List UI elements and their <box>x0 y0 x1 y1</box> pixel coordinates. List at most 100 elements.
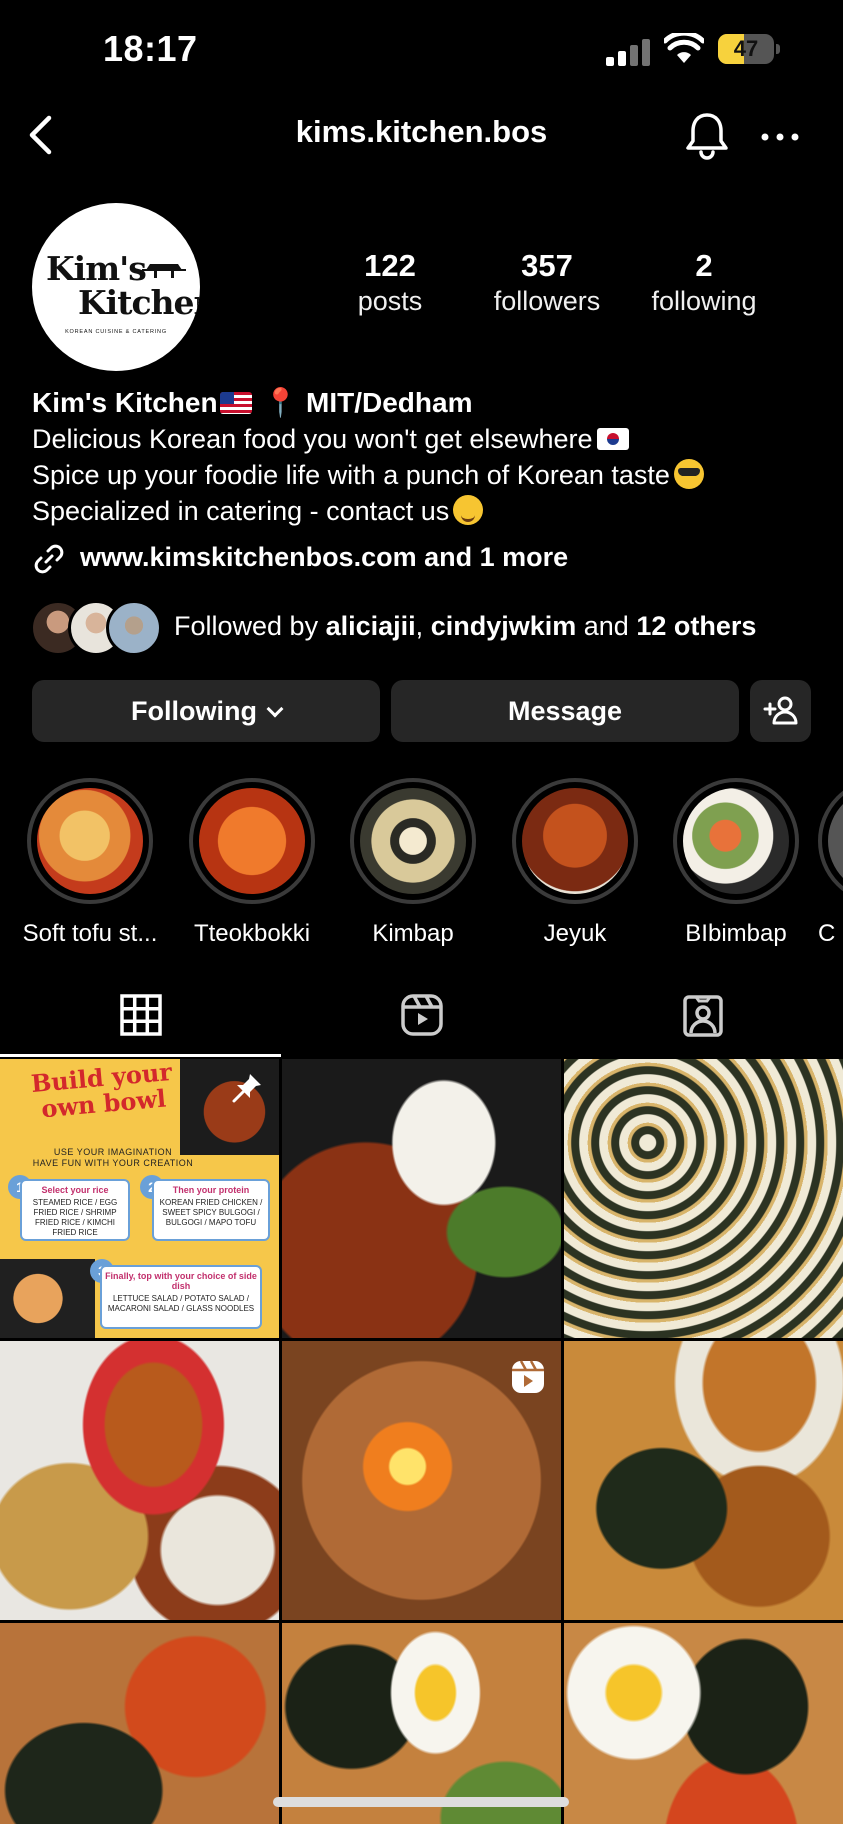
highlight-image <box>683 788 789 894</box>
signal-icon <box>606 38 652 66</box>
bio-text-1: Delicious Korean food you won't get else… <box>32 424 593 454</box>
pin-icon: 📍 <box>263 387 299 418</box>
more-options-button[interactable] <box>757 114 803 160</box>
post-fried-chicken[interactable] <box>0 1341 279 1620</box>
followers-label: followers <box>493 286 601 316</box>
highlight-image <box>199 788 305 894</box>
avatar-logo-tagline: KOREAN CUISINE & CATERING <box>65 329 167 335</box>
post-egg-tteokbokki[interactable] <box>564 1623 843 1824</box>
battery-icon: 47 <box>718 34 780 64</box>
profile-bio: Kim's Kitchen 📍 MIT/Dedham Delicious Kor… <box>32 385 822 529</box>
korea-flag-icon <box>596 428 629 450</box>
followed-by-row[interactable]: Followed by aliciajii, cindyjwkim and 12… <box>30 600 820 658</box>
profile-tabs <box>0 975 843 1057</box>
post-subtitle: USE YOUR IMAGINATION HAVE FUN WITH YOUR … <box>32 1147 194 1168</box>
grid-icon <box>120 994 162 1036</box>
bio-text-2: Spice up your foodie life with a punch o… <box>32 460 670 490</box>
chevron-down-icon <box>266 700 284 718</box>
posts-stat[interactable]: 122 posts <box>320 248 460 318</box>
tagged-icon <box>683 995 723 1037</box>
more-icon <box>761 133 799 141</box>
hat-logo-icon <box>142 264 186 278</box>
post-build-your-own-bowl[interactable]: Build your own bowl USE YOUR IMAGINATION… <box>0 1059 279 1338</box>
highlight-label: Kimbap <box>372 920 454 947</box>
story-highlights: Soft tofu st... Tteokbokki Kimbap Jeyuk … <box>0 778 843 948</box>
home-indicator <box>273 1797 569 1807</box>
wifi-icon <box>664 33 704 63</box>
followers-count: 357 <box>521 248 573 283</box>
highlight-label: Tteokbokki <box>193 920 311 947</box>
highlight-bibimbap[interactable]: BIbimbap <box>656 778 816 948</box>
bio-location: MIT/Dedham <box>306 387 473 418</box>
posts-grid: Build your own bowl USE YOUR IMAGINATION… <box>0 1059 843 1824</box>
step2-box: Then your protein KOREAN FRIED CHICKEN / … <box>152 1179 270 1241</box>
highlight-tteokbokki[interactable]: Tteokbokki <box>172 778 332 948</box>
highlight-image <box>522 788 628 894</box>
add-user-icon <box>763 696 797 725</box>
highlight-image <box>360 788 466 894</box>
post-seaweed-rice[interactable] <box>564 1341 843 1620</box>
message-button[interactable]: Message <box>391 680 739 742</box>
bio-line-2: Spice up your foodie life with a punch o… <box>32 457 822 493</box>
highlight-label: Jeyuk <box>543 920 607 947</box>
wink-emoji-icon <box>453 495 484 525</box>
following-count: 2 <box>695 248 713 283</box>
step1-box: Select your rice STEAMED RICE / EGG FRIED… <box>20 1179 130 1241</box>
highlight-more[interactable]: C <box>818 778 843 948</box>
avatar-logo-line2: Kitchen <box>78 283 200 322</box>
highlight-label: Soft tofu st... <box>22 920 158 947</box>
tab-grid[interactable] <box>0 975 281 1057</box>
bell-icon <box>686 113 728 160</box>
highlight-label: C <box>818 920 836 947</box>
message-button-label: Message <box>507 696 623 726</box>
status-time: 18:17 <box>103 28 198 69</box>
highlight-soft-tofu-stew[interactable]: Soft tofu st... <box>10 778 170 948</box>
follower-name: cindyjwkim <box>430 611 577 641</box>
bio-name: Kim's Kitchen <box>32 387 218 418</box>
posts-count: 122 <box>364 248 416 283</box>
us-flag-icon <box>219 392 252 414</box>
bio-line-3: Specialized in catering - contact us <box>32 493 822 529</box>
following-label: following <box>651 286 757 316</box>
reel-icon <box>512 1360 544 1393</box>
pinned-icon <box>232 1074 261 1103</box>
followed-by-text: Followed by aliciajii, cindyjwkim and 12… <box>174 611 757 641</box>
post-fried-egg-rice[interactable] <box>282 1623 561 1824</box>
post-spicy-pork-rice[interactable] <box>282 1059 561 1338</box>
profile-avatar[interactable]: Kim's Kitchen KOREAN CUISINE & CATERING <box>32 203 200 371</box>
reels-icon <box>401 994 443 1036</box>
tab-reels[interactable] <box>281 975 562 1057</box>
highlight-jeyuk[interactable]: Jeyuk <box>495 778 655 948</box>
status-bar: 18:17 47 <box>0 0 843 100</box>
posts-label: posts <box>357 286 423 316</box>
highlight-label: BIbimbap <box>685 920 787 947</box>
notifications-button[interactable] <box>684 110 730 160</box>
follower-name: aliciajii <box>325 611 416 641</box>
bio-text-3: Specialized in catering - contact us <box>32 496 450 526</box>
suggested-users-button[interactable] <box>750 680 811 742</box>
following-stat[interactable]: 2 following <box>634 248 774 318</box>
bio-line-1: Delicious Korean food you won't get else… <box>32 421 822 457</box>
following-button[interactable]: Following <box>32 680 380 742</box>
active-tab-indicator <box>0 1054 281 1057</box>
followers-stat[interactable]: 357 followers <box>477 248 617 318</box>
link-icon <box>34 544 64 574</box>
post-fried-chicken-rice[interactable] <box>0 1623 279 1824</box>
post-kimbap[interactable] <box>564 1059 843 1338</box>
tab-tagged[interactable] <box>562 975 843 1057</box>
following-button-label: Following <box>131 696 257 726</box>
battery-percent: 47 <box>733 36 759 61</box>
follower-avatar <box>106 600 162 656</box>
profile-stats: 122 posts 357 followers 2 following <box>320 248 760 318</box>
link-text: www.kimskitchenbos.com and 1 more <box>80 542 569 572</box>
bio-name-line: Kim's Kitchen 📍 MIT/Dedham <box>32 385 822 421</box>
post-title: Build your own bowl <box>29 1059 173 1124</box>
post-torch-video[interactable] <box>282 1341 561 1620</box>
profile-header: kims.kitchen.bos <box>0 100 843 172</box>
highlight-kimbap[interactable]: Kimbap <box>333 778 493 948</box>
highlight-image <box>828 788 843 894</box>
highlight-image <box>37 788 143 894</box>
followers-others: 12 others <box>636 611 757 641</box>
step3-box: Finally, top with your choice of side di… <box>100 1265 262 1329</box>
sunglasses-emoji-icon <box>673 459 704 489</box>
